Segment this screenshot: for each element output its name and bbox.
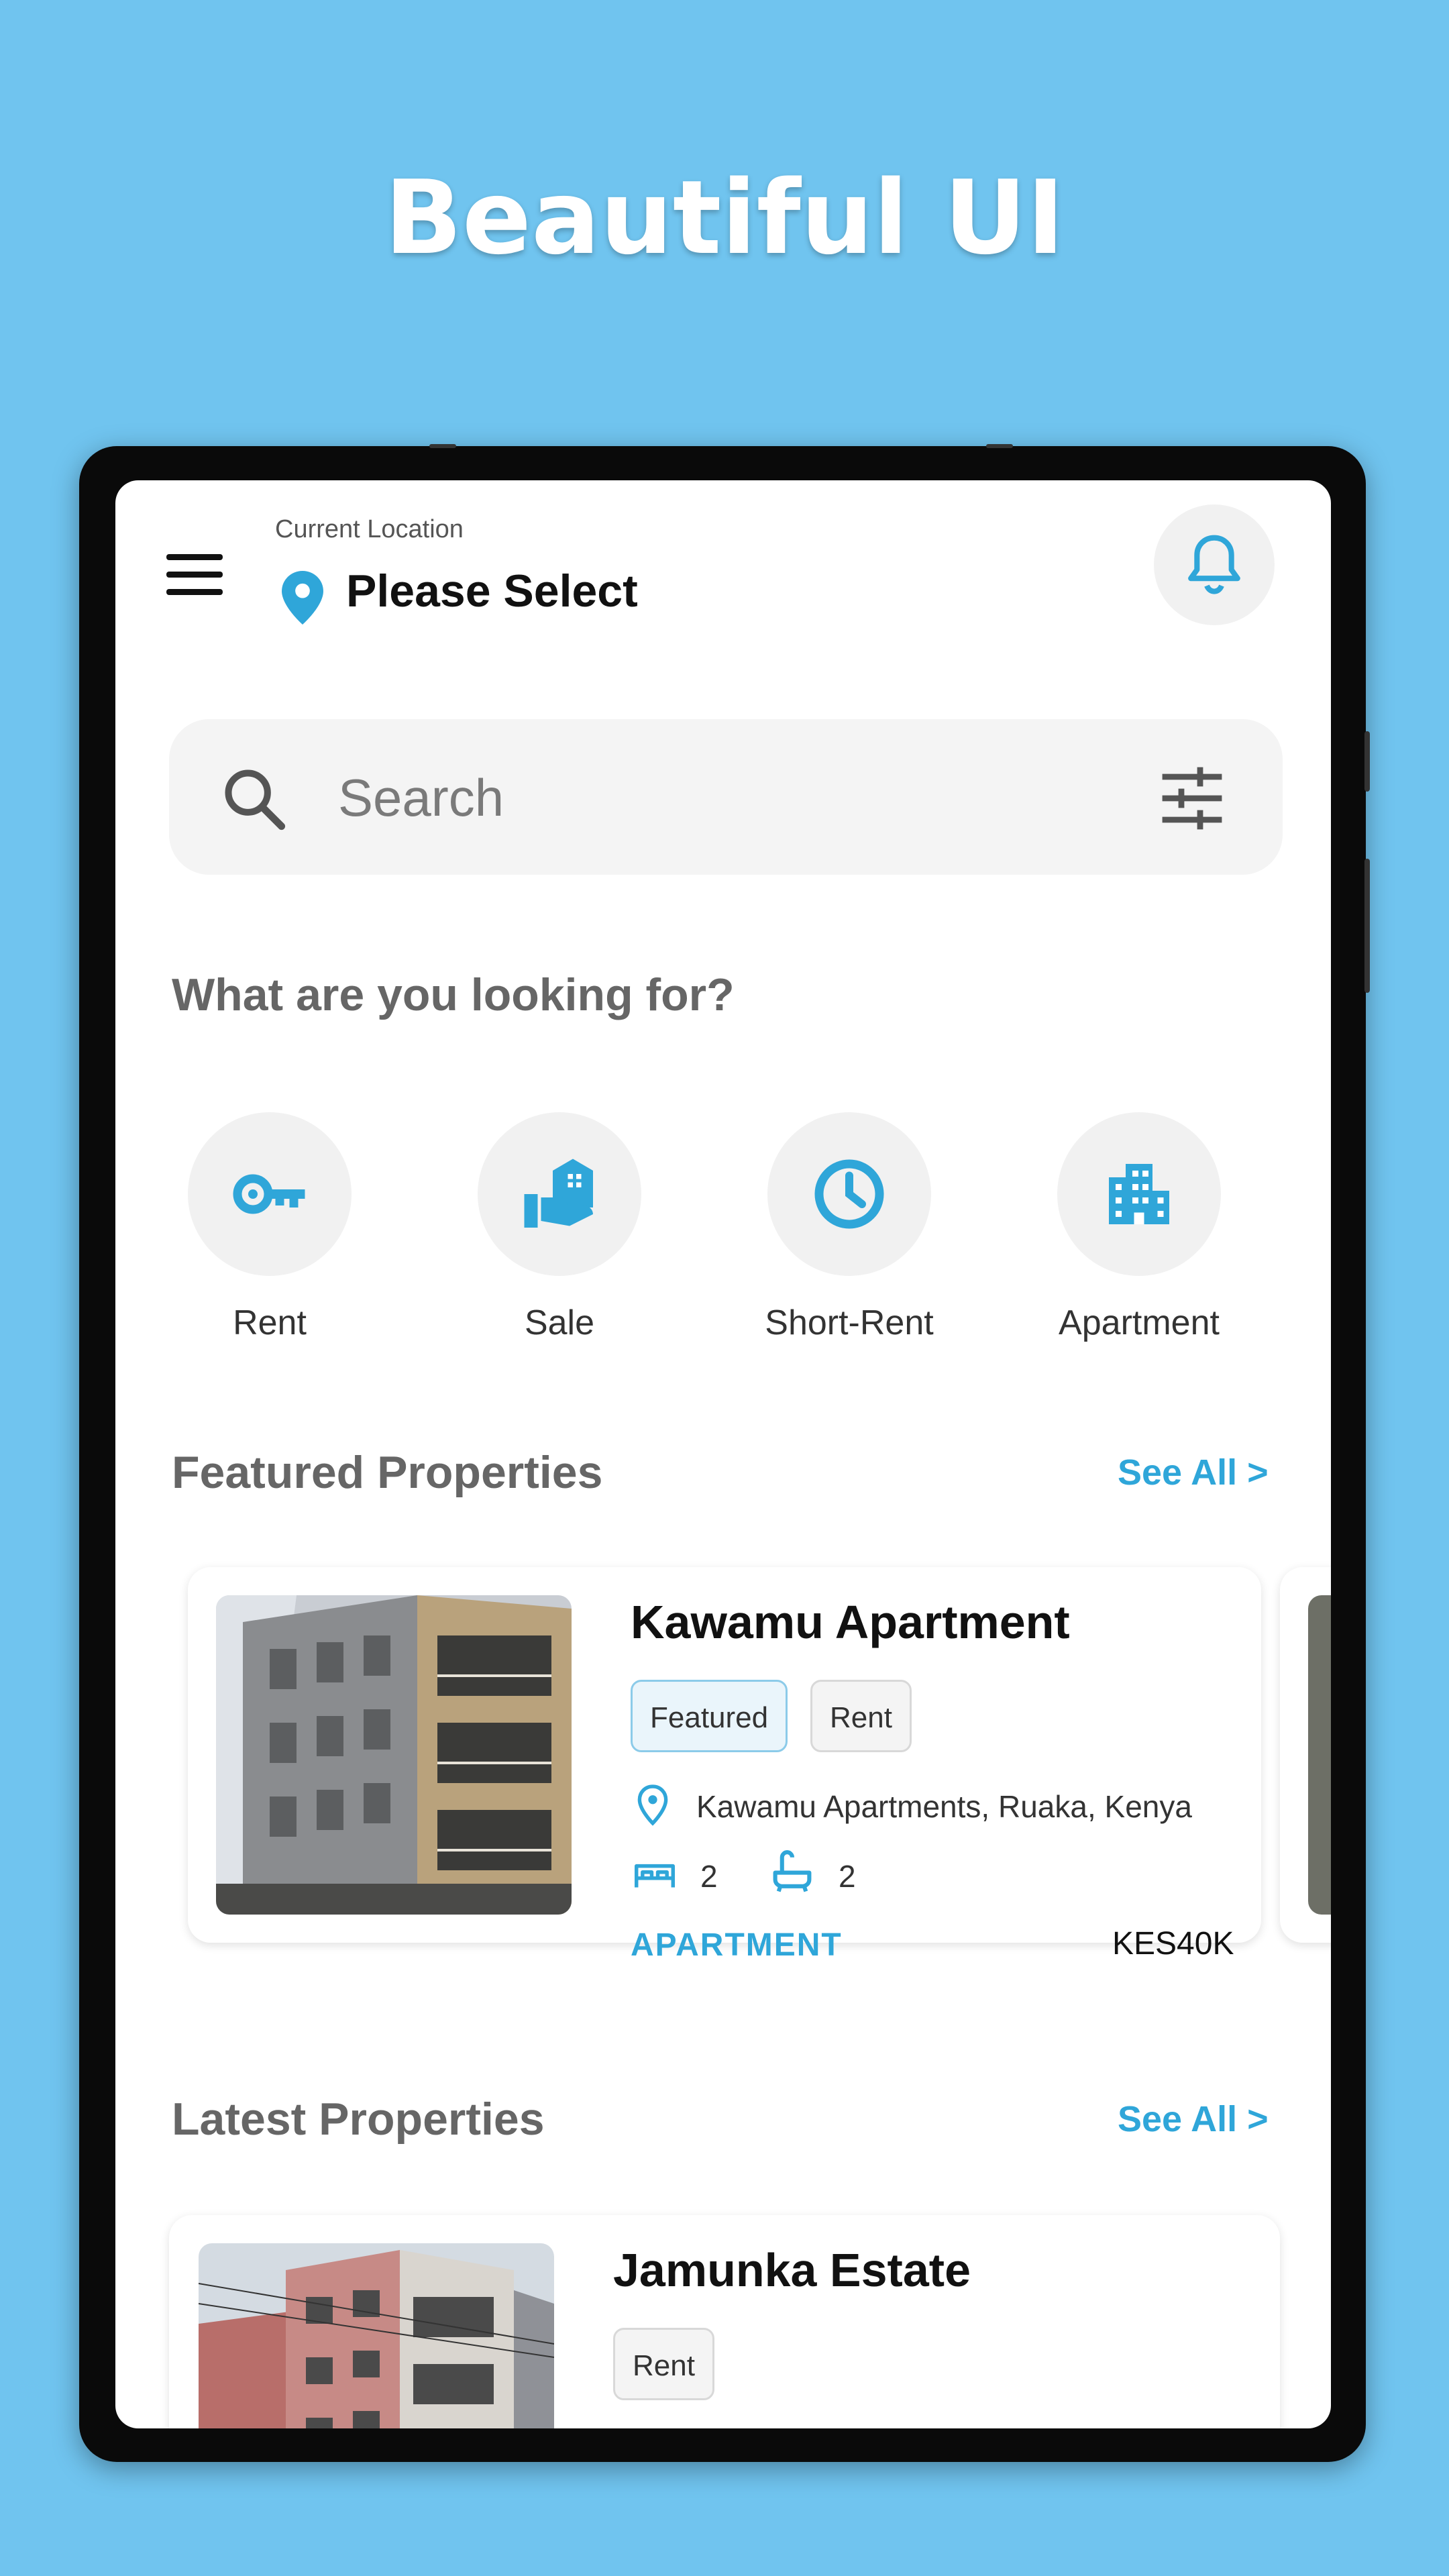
bathroom-count: 2: [839, 1859, 856, 1894]
location-pin-icon: [637, 1784, 668, 1826]
building-icon: [1109, 1164, 1169, 1224]
featured-heading: Featured Properties: [172, 1447, 603, 1498]
location-selector[interactable]: Please Select: [346, 565, 638, 617]
tag-rent: Rent: [810, 1680, 912, 1752]
bed-icon: [634, 1864, 675, 1888]
category-short-rent[interactable]: Short-Rent: [729, 1112, 970, 1343]
tag-rent: Rent: [613, 2328, 714, 2400]
latest-see-all-link[interactable]: See All >: [1118, 2098, 1269, 2140]
category-label: Sale: [524, 1303, 595, 1342]
tag-featured: Featured: [631, 1680, 788, 1752]
tablet-top-button: [986, 444, 1013, 448]
property-price: KES40K: [1112, 1926, 1234, 1962]
property-type: APARTMENT: [631, 1927, 843, 1963]
featured-property-card-next[interactable]: [1280, 1567, 1331, 1943]
property-title: Kawamu Apartment: [631, 1596, 1070, 1648]
category-icon-circle: [478, 1112, 641, 1276]
property-title: Jamunka Estate: [613, 2244, 971, 2296]
key-icon: [233, 1174, 305, 1214]
latest-heading: Latest Properties: [172, 2094, 545, 2145]
search-bar: [169, 719, 1283, 875]
promo-title: Beautiful UI: [384, 158, 1065, 277]
search-input[interactable]: [337, 757, 1077, 839]
category-icon-circle: [188, 1112, 352, 1276]
category-rent[interactable]: Rent: [149, 1112, 390, 1343]
hamburger-menu-icon[interactable]: [166, 554, 223, 595]
featured-see-all-link[interactable]: See All >: [1118, 1452, 1269, 1493]
house-sale-icon: [524, 1159, 593, 1228]
filter-sliders-icon[interactable]: [1159, 766, 1226, 830]
category-label: Short-Rent: [765, 1303, 934, 1342]
latest-property-card[interactable]: Jamunka Estate Rent: [169, 2215, 1280, 2428]
bell-icon: [1188, 535, 1240, 594]
search-icon[interactable]: [220, 765, 287, 832]
category-sale[interactable]: Sale: [439, 1112, 680, 1343]
categories-heading: What are you looking for?: [172, 969, 735, 1020]
bedroom-count: 2: [700, 1859, 718, 1894]
tablet-side-button: [1364, 859, 1370, 993]
bathtub-icon: [773, 1850, 812, 1892]
property-photo: [1308, 1595, 1331, 1915]
property-photo: [199, 2243, 554, 2428]
category-apartment[interactable]: Apartment: [1018, 1112, 1260, 1343]
category-label: Rent: [233, 1303, 307, 1342]
map-pin-icon: [282, 571, 323, 625]
current-location-label: Current Location: [275, 515, 464, 543]
property-photo: [216, 1595, 572, 1915]
tablet-side-button: [1364, 731, 1370, 792]
category-icon-circle: [767, 1112, 931, 1276]
category-label: Apartment: [1059, 1303, 1220, 1342]
category-icon-circle: [1057, 1112, 1221, 1276]
notifications-button[interactable]: [1154, 504, 1275, 625]
featured-property-card[interactable]: Kawamu Apartment Featured Rent Kawamu Ap…: [188, 1567, 1261, 1963]
app-screen: Current Location Please Select What are …: [115, 480, 1331, 2428]
property-address: Kawamu Apartments, Ruaka, Kenya: [696, 1789, 1192, 1824]
clock-icon: [814, 1159, 884, 1229]
tablet-top-button: [429, 444, 456, 448]
